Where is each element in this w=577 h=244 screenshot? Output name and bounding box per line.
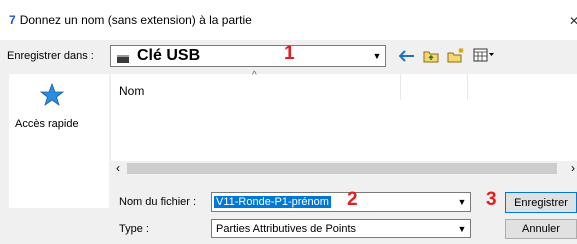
filetype-dropdown[interactable]: Parties Attributives de Points ▼	[211, 219, 471, 238]
title-label: Donnez un nom (sans extension) à la part…	[19, 13, 252, 27]
annotation-3: 3	[486, 189, 497, 210]
chevron-down-icon[interactable]: ▼	[368, 46, 385, 66]
cancel-button[interactable]: Annuler	[505, 219, 577, 239]
column-header-nom[interactable]: Nom	[119, 84, 144, 98]
scroll-right-icon[interactable]: ›	[571, 161, 575, 175]
save-in-dropdown[interactable]: Clé USB ▼	[110, 45, 386, 67]
save-button[interactable]: Enregistrer	[505, 192, 577, 213]
filename-input[interactable]: V11-Ronde-P1-prénom ▼	[211, 192, 471, 212]
step-number: 7	[9, 13, 16, 27]
filetype-value: Parties Attributives de Points	[216, 223, 357, 235]
annotation-1: 1	[284, 43, 295, 64]
chevron-down-icon[interactable]: ▼	[453, 193, 470, 211]
back-arrow-icon[interactable]	[398, 48, 416, 64]
filename-value[interactable]: V11-Ronde-P1-prénom	[214, 196, 331, 208]
up-folder-icon[interactable]	[422, 47, 440, 64]
places-item-label[interactable]: Accès rapide	[15, 118, 79, 130]
view-menu-icon[interactable]	[472, 47, 496, 63]
column-divider	[467, 74, 468, 100]
new-folder-icon[interactable]	[446, 45, 466, 64]
save-in-label: Enregistrer dans :	[7, 50, 94, 62]
chevron-down-icon[interactable]: ▼	[453, 220, 470, 237]
annotation-2: 2	[347, 189, 358, 210]
scrollbar-thumb[interactable]	[127, 163, 557, 174]
usb-drive-icon	[117, 55, 129, 63]
close-icon[interactable]: ✕	[569, 14, 577, 28]
file-list[interactable]	[111, 74, 577, 161]
filename-label: Nom du fichier :	[119, 196, 197, 208]
save-in-value: Clé USB	[137, 47, 201, 64]
filetype-label: Type :	[119, 223, 149, 235]
sort-caret-icon: ^	[252, 70, 257, 81]
window-title: 7 Donnez un nom (sans extension) à la par…	[9, 13, 252, 27]
star-icon[interactable]	[39, 82, 65, 110]
scroll-left-icon[interactable]: ‹	[116, 161, 120, 175]
column-divider	[400, 74, 401, 100]
